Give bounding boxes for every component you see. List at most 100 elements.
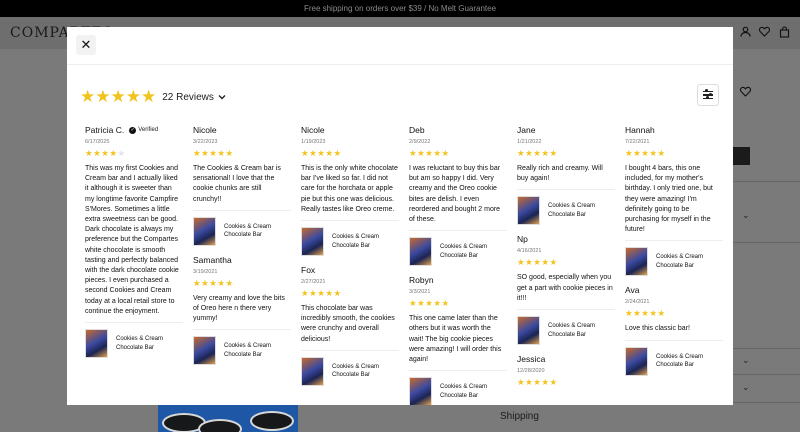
star-icon: ★★★★★ xyxy=(625,148,666,158)
review-stars: ★★★★★ xyxy=(301,148,399,159)
star-icon: ★★★★★ xyxy=(301,288,342,299)
review-text: Love this classic bar! xyxy=(625,325,690,333)
review-stars: ★★★★★ xyxy=(85,148,183,159)
cart-icon[interactable] xyxy=(779,26,790,41)
star-empty-icon: ★ xyxy=(117,148,126,158)
product-thumbnail[interactable] xyxy=(301,227,324,257)
review-date: 2/24/2021 xyxy=(625,299,650,306)
star-icon: ★★★★★ xyxy=(409,148,450,158)
product-thumbnail[interactable] xyxy=(85,329,108,359)
account-icon[interactable] xyxy=(740,26,751,40)
review-text: SO good, especially when you get a part … xyxy=(517,274,613,302)
reviewed-product[interactable]: Cookies & Cream Chocolate Bar xyxy=(85,322,183,359)
reviewer-name: Samantha xyxy=(193,254,232,265)
star-icon: ★★★★★ xyxy=(625,308,666,319)
product-name[interactable]: Cookies & Cream Chocolate Bar xyxy=(332,233,399,250)
reviewer-name: Nicole xyxy=(193,125,217,135)
product-name[interactable]: Cookies & Cream Chocolate Bar xyxy=(224,223,291,240)
reviewed-product[interactable]: Cookies & Cream Chocolate Bar xyxy=(193,329,291,366)
product-thumbnail[interactable] xyxy=(625,346,648,376)
product-name[interactable]: Cookies & Cream Chocolate Bar xyxy=(440,243,507,260)
reviewed-product[interactable]: Cookies & Cream Chocolate Bar xyxy=(625,240,723,277)
review-header: Samantha xyxy=(193,255,291,265)
review-date: 6/17/2025 xyxy=(85,139,110,145)
divider xyxy=(733,402,800,403)
check-icon: ✓ xyxy=(129,126,137,134)
product-name[interactable]: Cookies & Cream Chocolate Bar xyxy=(548,322,615,339)
star-icon: ★★★★★ xyxy=(193,148,234,158)
reviewed-product[interactable]: Cookies & Cream Chocolate Bar xyxy=(301,349,399,386)
product-name[interactable]: Cookies & Cream Chocolate Bar xyxy=(116,335,183,352)
reviewer-name: Robyn xyxy=(409,275,434,286)
review-card: Fox 2/27/2021 ★★★★★ This chocolate bar wa… xyxy=(301,265,399,386)
review-header: Nicole xyxy=(193,125,291,135)
review-column: Deb 2/9/2022 ★★★★★ I was reluctant to buy… xyxy=(409,125,507,405)
product-name[interactable]: Cookies & Cream Chocolate Bar xyxy=(440,383,507,400)
review-stars: ★★★★★ xyxy=(517,257,615,268)
review-count: 22 Reviews xyxy=(162,91,214,103)
close-button[interactable]: ✕ xyxy=(76,35,96,55)
chevron-down-icon[interactable] xyxy=(218,92,226,103)
reviews-summary[interactable]: ★★★★★ 22 Reviews xyxy=(80,87,226,107)
chevron-down-icon[interactable]: ⌄ xyxy=(742,382,750,393)
product-wishlist-icon[interactable] xyxy=(739,86,752,100)
product-thumbnail[interactable] xyxy=(193,336,216,366)
reviewer-name: Patricia C. xyxy=(85,125,125,135)
review-date: 7/22/2021 xyxy=(625,139,650,145)
reviewer-name: Jane xyxy=(517,125,536,135)
product-thumbnail[interactable] xyxy=(193,216,216,246)
review-text: Really rich and creamy. Will buy again! xyxy=(517,165,603,183)
review-text: I was reluctant to buy this bar but am s… xyxy=(409,165,501,224)
review-text: This chocolate bar was incredibly smooth… xyxy=(301,305,395,343)
shipping-accordion[interactable]: Shipping xyxy=(500,411,539,422)
review-date: 2/9/2022 xyxy=(409,139,431,145)
reviewed-product[interactable]: Cookies & Cream Chocolate Bar xyxy=(193,209,291,246)
review-date: 3/19/2021 xyxy=(193,268,218,275)
wishlist-icon[interactable] xyxy=(758,26,771,40)
close-icon: ✕ xyxy=(80,37,92,52)
divider xyxy=(733,242,800,243)
product-name[interactable]: Cookies & Cream Chocolate Bar xyxy=(224,342,291,359)
review-card: Nicole 1/19/2023 ★★★★★ This is the only w… xyxy=(301,125,399,257)
product-thumbnail[interactable] xyxy=(301,356,324,386)
review-text: This is the only white chocolate bar I'v… xyxy=(301,165,398,213)
reviewer-name: Hannah xyxy=(625,125,655,135)
reviewed-product[interactable]: Cookies & Cream Chocolate Bar xyxy=(625,339,723,376)
chevron-down-icon[interactable]: ⌄ xyxy=(742,210,750,221)
product-thumbnail[interactable] xyxy=(625,247,648,277)
review-text: This one came later than the others but … xyxy=(409,315,502,364)
reviewer-name: Ava xyxy=(625,285,640,296)
reviewed-product[interactable]: Cookies & Cream Chocolate Bar xyxy=(517,309,615,346)
product-image xyxy=(158,405,298,432)
reviewed-product[interactable]: Cookies & Cream Chocolate Bar xyxy=(409,370,507,405)
reviewed-product[interactable]: Cookies & Cream Chocolate Bar xyxy=(301,220,399,257)
reviewer-name: Jessica xyxy=(517,354,546,365)
product-name[interactable]: Cookies & Cream Chocolate Bar xyxy=(656,353,723,370)
divider xyxy=(733,374,800,375)
reviewed-product[interactable]: Cookies & Cream Chocolate Bar xyxy=(517,189,615,226)
reviewer-name: Nicole xyxy=(301,125,325,135)
product-thumbnail[interactable] xyxy=(409,377,432,405)
product-name[interactable]: Cookies & Cream Chocolate Bar xyxy=(332,363,399,380)
announcement-bar: Free shipping on orders over $39 / No Me… xyxy=(0,0,800,17)
review-column: Nicole 3/22/2023 ★★★★★ The Cookies & Crea… xyxy=(193,125,291,374)
star-icon: ★★★★★ xyxy=(517,148,558,158)
product-name[interactable]: Cookies & Cream Chocolate Bar xyxy=(656,253,723,270)
review-date: 12/28/2020 xyxy=(517,368,545,375)
review-column: Patricia C. ✓ Verified 6/17/2025 ★★★★★ This… xyxy=(85,125,183,367)
reviewed-product[interactable]: Cookies & Cream Chocolate Bar xyxy=(409,230,507,267)
star-icon: ★★★★★ xyxy=(409,298,450,309)
review-header: Robyn xyxy=(409,275,507,285)
product-thumbnail[interactable] xyxy=(409,237,432,267)
review-header: Deb xyxy=(409,125,507,135)
product-name[interactable]: Cookies & Cream Chocolate Bar xyxy=(548,202,615,219)
add-to-cart-button[interactable] xyxy=(733,147,750,165)
review-date: 3/3/2021 xyxy=(409,289,431,296)
review-column: Hannah 7/22/2021 ★★★★★ I bought 4 bars, t… xyxy=(625,125,723,385)
product-thumbnail[interactable] xyxy=(517,316,540,346)
chevron-down-icon[interactable]: ⌄ xyxy=(742,355,750,366)
product-thumbnail[interactable] xyxy=(517,196,540,226)
filter-button[interactable] xyxy=(697,84,719,106)
review-text: Very creamy and love the bits of Oreo he… xyxy=(193,294,285,323)
review-card: Ava 2/24/2021 ★★★★★ Love this classic bar… xyxy=(625,285,723,376)
